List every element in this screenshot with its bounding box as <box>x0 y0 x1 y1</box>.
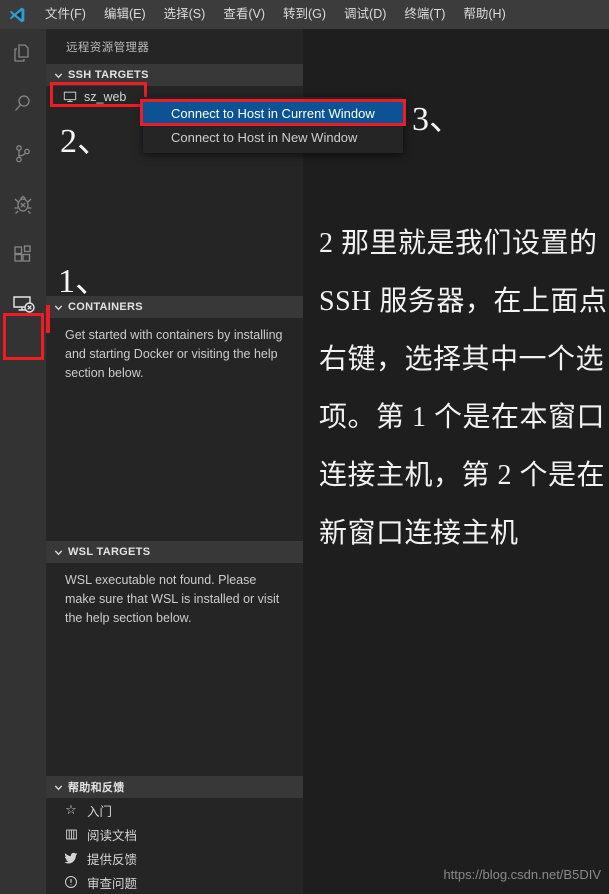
context-menu-item-connect-current-window[interactable]: Connect to Host in Current Window <box>143 101 403 125</box>
menu-item-debug[interactable]: 调试(D) <box>335 5 395 24</box>
activity-item-remote-explorer[interactable] <box>0 279 46 329</box>
activity-item-search[interactable] <box>0 79 46 129</box>
context-menu-item-connect-new-window[interactable]: Connect to Host in New Window <box>143 125 403 149</box>
chevron-down-icon <box>50 67 66 83</box>
activity-item-extensions[interactable] <box>0 229 46 279</box>
menu-item-view[interactable]: 查看(V) <box>214 5 274 24</box>
watermark: https://blog.csdn.net/B5DIV <box>443 867 601 882</box>
help-item-provide-feedback[interactable]: 提供反馈 <box>46 846 303 870</box>
help-item-label: 入门 <box>87 804 113 819</box>
explorer-icon <box>11 42 35 66</box>
activity-item-explorer[interactable] <box>0 29 46 79</box>
menu-item-terminal[interactable]: 终端(T) <box>395 5 454 24</box>
menu-item-edit[interactable]: 编辑(E) <box>95 5 155 24</box>
help-item-label: 阅读文档 <box>87 828 138 843</box>
tree-item-label: sz_web <box>84 90 127 104</box>
sidebar: 远程资源管理器 SSH TARGETS sz_web CONTAINERS Ge <box>46 29 303 894</box>
section-label: 帮助和反馈 <box>68 782 125 794</box>
activity-item-source-control[interactable] <box>0 129 46 179</box>
activity-item-debug[interactable] <box>0 179 46 229</box>
book-icon <box>62 826 80 842</box>
wsl-targets-description: WSL executable not found. Please make su… <box>65 573 280 625</box>
menu-item-select[interactable]: 选择(S) <box>155 5 215 24</box>
editor-area: 2 那里就是我们设置的 SSH 服务器，在上面点右键，选择其中一个选项。第 1 … <box>303 29 609 894</box>
activity-bar <box>0 29 46 894</box>
context-menu: Connect to Host in Current Window Connec… <box>143 97 403 153</box>
section-label: CONTAINERS <box>68 301 143 313</box>
containers-spacer <box>46 393 303 541</box>
section-header-containers[interactable]: CONTAINERS <box>46 296 303 318</box>
menu-item-goto[interactable]: 转到(G) <box>274 5 335 24</box>
section-label: WSL TARGETS <box>68 546 151 558</box>
debug-icon <box>11 192 35 216</box>
section-header-ssh-targets[interactable]: SSH TARGETS <box>46 64 303 86</box>
menu-item-file[interactable]: 文件(F) <box>36 5 95 24</box>
twitter-icon <box>62 850 80 866</box>
menu-bar: 文件(F) 编辑(E) 选择(S) 查看(V) 转到(G) 调试(D) 终端(T… <box>0 0 609 29</box>
extensions-icon <box>11 242 35 266</box>
help-item-label: 提供反馈 <box>87 852 138 867</box>
containers-description: Get started with containers by installin… <box>65 328 283 380</box>
help-item-review-issues[interactable]: 审查问题 <box>46 870 303 894</box>
remote-explorer-icon <box>10 291 36 317</box>
search-icon <box>11 92 35 116</box>
section-header-wsl-targets[interactable]: WSL TARGETS <box>46 541 303 563</box>
monitor-icon <box>62 89 78 105</box>
source-control-icon <box>11 142 35 166</box>
star-icon: ☆ <box>65 802 77 817</box>
vscode-logo-icon <box>6 4 28 26</box>
help-item-label: 审查问题 <box>87 876 138 891</box>
chevron-down-icon <box>50 544 66 560</box>
menu-item-help[interactable]: 帮助(H) <box>454 5 514 24</box>
section-header-help-feedback[interactable]: 帮助和反馈 <box>46 776 303 798</box>
help-and-feedback-section: 帮助和反馈 ☆ 入门 阅读文档 提供反馈 审查问题 <box>46 776 303 894</box>
help-item-read-docs[interactable]: 阅读文档 <box>46 822 303 846</box>
sidebar-title: 远程资源管理器 <box>66 41 150 54</box>
chevron-down-icon <box>50 779 66 795</box>
annotation-note: 2 那里就是我们设置的 SSH 服务器，在上面点右键，选择其中一个选项。第 1 … <box>319 228 608 549</box>
chevron-down-icon <box>50 299 66 315</box>
section-label: SSH TARGETS <box>68 69 149 81</box>
help-item-getting-started[interactable]: ☆ 入门 <box>46 798 303 822</box>
issue-icon <box>62 874 80 890</box>
